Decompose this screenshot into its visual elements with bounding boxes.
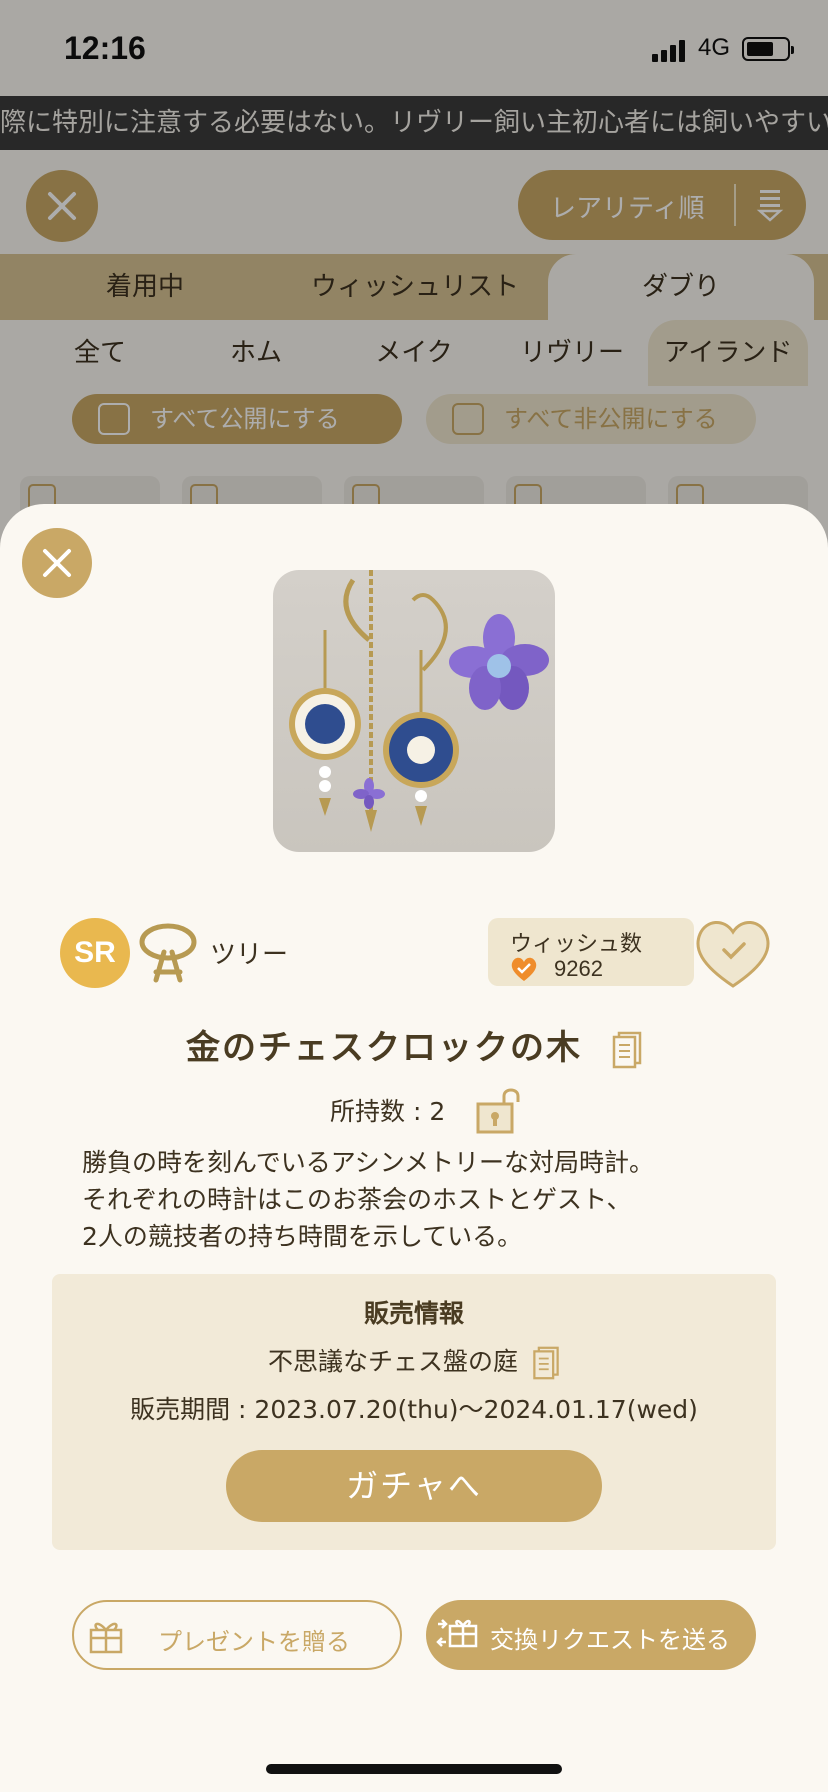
trade-icon bbox=[436, 1619, 478, 1648]
sales-heading: 販売情報 bbox=[363, 1299, 464, 1328]
item-title-row: 金のチェスクロックの木 bbox=[0, 1020, 828, 1069]
item-description: 勝負の時を刻んでいるアシンメトリーな対局時計。 それぞれの時計はこのお茶会のホス… bbox=[82, 1148, 655, 1251]
heart-check-icon bbox=[511, 957, 537, 981]
gacha-name-row: 不思議なチェス盤の庭 bbox=[52, 1342, 776, 1380]
item-category: ツリー bbox=[210, 940, 289, 970]
unlock-icon[interactable] bbox=[476, 1086, 522, 1134]
item-name: 金のチェスクロックの木 bbox=[186, 1028, 582, 1068]
home-indicator[interactable] bbox=[266, 1764, 562, 1774]
wish-count-box: ウィッシュ数 9262 bbox=[488, 918, 694, 986]
wish-heart-icon[interactable] bbox=[692, 912, 774, 990]
sales-period: 販売期間 : 2023.07.20(thu)〜2024.01.17(wed) bbox=[130, 1395, 698, 1424]
gacha-name: 不思議なチェス盤の庭 bbox=[268, 1347, 519, 1376]
item-image bbox=[273, 570, 555, 852]
item-detail-sheet: SR ツリー ウィッシュ数 9262 金のチェスクロックの木 所持数 : 2 勝… bbox=[0, 504, 828, 1792]
wish-count: 9262 bbox=[554, 956, 603, 981]
close-icon[interactable] bbox=[22, 528, 92, 598]
owned-count: 所持数 : 2 bbox=[330, 1097, 446, 1126]
trade-request-button[interactable]: 交換リクエストを送る bbox=[426, 1600, 756, 1670]
document-icon[interactable] bbox=[532, 1346, 560, 1380]
gacha-button[interactable]: ガチャへ bbox=[226, 1450, 602, 1522]
wish-label: ウィッシュ数 bbox=[510, 932, 643, 957]
trade-label: 交換リクエストを送る bbox=[490, 1626, 730, 1654]
gift-button[interactable]: プレゼントを贈る bbox=[72, 1600, 402, 1670]
gift-icon bbox=[89, 1622, 123, 1654]
document-icon[interactable] bbox=[612, 1031, 642, 1069]
sales-info-panel: 販売情報 不思議なチェス盤の庭 販売期間 : 2023.07.20(thu)〜2… bbox=[52, 1274, 776, 1550]
tree-icon bbox=[139, 923, 197, 983]
gift-label: プレゼントを贈る bbox=[158, 1628, 350, 1656]
rarity-badge: SR bbox=[60, 918, 130, 988]
